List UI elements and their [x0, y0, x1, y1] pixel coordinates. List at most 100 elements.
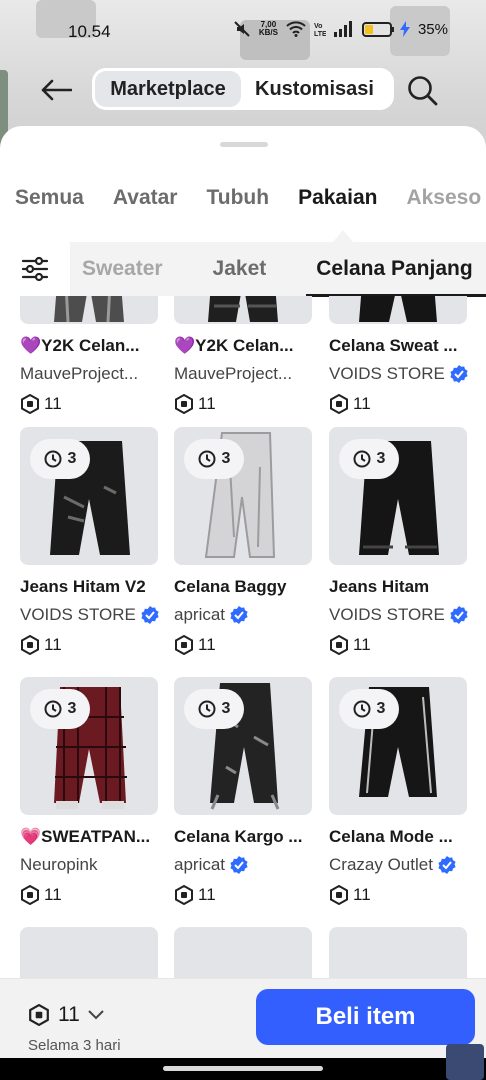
- search-button[interactable]: [404, 72, 440, 108]
- item-thumbnail[interactable]: 3: [20, 427, 158, 565]
- svg-text:LTE: LTE: [314, 31, 326, 37]
- buy-item-button[interactable]: Beli item: [256, 989, 475, 1045]
- subtab-celana-panjang[interactable]: Celana Panjang: [316, 257, 472, 281]
- item-creator: apricat: [174, 855, 324, 875]
- subcategory-tabs: Sweater Jaket Celana Panjang: [82, 242, 486, 296]
- search-icon: [408, 76, 438, 106]
- timer-value: 3: [67, 450, 77, 467]
- filter-button[interactable]: [0, 242, 70, 296]
- tab-marketplace[interactable]: Marketplace: [95, 71, 241, 107]
- item-price: 11: [20, 394, 160, 414]
- creator-name: VOIDS STORE: [20, 605, 136, 624]
- tab-pakaian[interactable]: Pakaian: [298, 186, 377, 222]
- item-thumbnail[interactable]: 3: [20, 677, 158, 815]
- tab-semua[interactable]: Semua: [15, 186, 84, 222]
- verified-badge-icon: [230, 856, 248, 874]
- item-card[interactable]: [174, 927, 314, 980]
- item-thumbnail[interactable]: [329, 927, 467, 980]
- item-card[interactable]: 3 Jeans Hitam V2 VOIDS STORE 11: [20, 427, 160, 655]
- chevron-down-icon: [88, 1010, 104, 1020]
- item-card[interactable]: 3 Celana Mode ... Crazay Outlet 11: [329, 677, 469, 905]
- item-creator: MauveProject...: [174, 364, 324, 384]
- item-thumbnail[interactable]: [20, 296, 158, 324]
- robux-icon: [21, 394, 39, 414]
- clock-icon: [353, 450, 371, 468]
- tab-aksesoris[interactable]: Akseso: [406, 186, 481, 222]
- subtab-jaket[interactable]: Jaket: [213, 257, 267, 281]
- item-name: Jeans Hitam: [329, 577, 430, 596]
- creator-name: apricat: [174, 605, 226, 624]
- robux-icon: [330, 394, 348, 414]
- item-name: Celana Sweat ...: [329, 336, 458, 355]
- clock-icon: [44, 450, 62, 468]
- item-creator: VOIDS STORE: [20, 605, 170, 625]
- tab-kustomisasi[interactable]: Kustomisasi: [245, 71, 384, 107]
- pants-image: [54, 296, 124, 323]
- timer-badge: 3: [339, 689, 399, 729]
- item-creator: Neuropink: [20, 855, 170, 875]
- item-thumbnail[interactable]: 3: [329, 677, 467, 815]
- item-thumbnail[interactable]: 3: [174, 427, 312, 565]
- robux-icon: [330, 885, 348, 905]
- robux-icon: [175, 394, 193, 414]
- item-card[interactable]: 💜Y2K Celan... MauveProject... 11: [174, 296, 314, 414]
- tab-avatar[interactable]: Avatar: [113, 186, 178, 222]
- status-icons: 7,00 KB/S Vo LTE 35%: [233, 20, 448, 38]
- item-card[interactable]: 3 Celana Kargo ... apricat 11: [174, 677, 314, 905]
- item-card[interactable]: Celana Sweat ... VOIDS STORE 11: [329, 296, 469, 414]
- system-nav-bar: [0, 1058, 486, 1080]
- subtab-sweater[interactable]: Sweater: [82, 257, 163, 281]
- robux-icon: [175, 885, 193, 905]
- charging-icon: [399, 21, 410, 37]
- volte-icon: VoLTE: [314, 23, 326, 37]
- total-price-value: 11: [58, 1003, 80, 1026]
- robux-icon: [21, 635, 39, 655]
- drag-handle[interactable]: [220, 142, 268, 147]
- verified-badge-icon: [450, 365, 468, 383]
- item-thumbnail[interactable]: [329, 296, 467, 324]
- item-thumbnail[interactable]: [174, 927, 312, 980]
- item-thumbnail[interactable]: [174, 296, 312, 324]
- item-card[interactable]: [20, 927, 160, 980]
- price-value: 11: [353, 394, 371, 413]
- item-thumbnail[interactable]: 3: [329, 427, 467, 565]
- clock-icon: [353, 700, 371, 718]
- network-speed: 7,00 KB/S: [259, 21, 278, 37]
- home-indicator[interactable]: [163, 1066, 323, 1071]
- total-price[interactable]: 11: [28, 1003, 104, 1027]
- item-creator: VOIDS STORE: [329, 605, 479, 625]
- creator-name: VOIDS STORE: [329, 364, 445, 383]
- price-value: 11: [44, 394, 62, 413]
- price-value: 11: [44, 635, 62, 654]
- creator-name: MauveProject...: [20, 364, 139, 383]
- speed-unit: KB/S: [258, 28, 278, 37]
- item-card[interactable]: 💜Y2K Celan... MauveProject... 11: [20, 296, 160, 414]
- item-card[interactable]: 3 Celana Baggy apricat 11: [174, 427, 314, 655]
- timer-value: 3: [376, 700, 386, 717]
- robux-icon: [29, 1004, 49, 1026]
- category-tabs: Semua Avatar Tubuh Pakaian Akseso: [0, 186, 486, 222]
- back-button[interactable]: [36, 72, 76, 108]
- item-thumbnail[interactable]: 3: [174, 677, 312, 815]
- item-price: 11: [174, 635, 314, 655]
- tab-tubuh[interactable]: Tubuh: [206, 186, 269, 222]
- item-creator: apricat: [174, 605, 324, 625]
- robux-icon: [175, 635, 193, 655]
- signal-icon: [333, 21, 352, 37]
- item-name: 💜Y2K Celan...: [20, 336, 140, 355]
- catalog-sheet: Semua Avatar Tubuh Pakaian Akseso Sweate…: [0, 126, 486, 1080]
- item-name: Celana Kargo ...: [174, 827, 303, 846]
- item-thumbnail[interactable]: [20, 927, 158, 980]
- timer-badge: 3: [30, 689, 90, 729]
- item-card[interactable]: 3 Jeans Hitam VOIDS STORE 11: [329, 427, 469, 655]
- mute-icon: [234, 21, 250, 37]
- floating-app-icon[interactable]: [446, 1044, 484, 1080]
- item-card[interactable]: 3 💗SWEATPAN... Neuropink 11: [20, 677, 160, 905]
- price-value: 11: [353, 635, 371, 654]
- purchase-bar: 11 Selama 3 hari Beli item: [0, 978, 486, 1062]
- item-creator: Crazay Outlet: [329, 855, 479, 875]
- creator-name: apricat: [174, 855, 226, 874]
- clock: 10.54: [68, 22, 111, 41]
- pants-image: [359, 296, 437, 322]
- item-card[interactable]: [329, 927, 469, 980]
